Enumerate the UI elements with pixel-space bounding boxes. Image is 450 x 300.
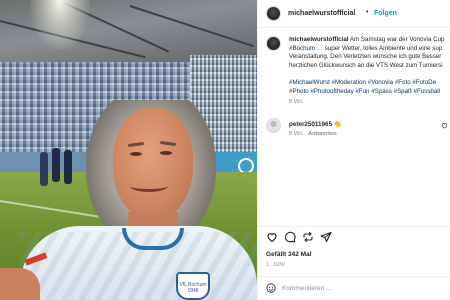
comment: peter25011965 👏 bbox=[289, 120, 342, 128]
person-smile bbox=[130, 180, 168, 192]
comment-heart-icon[interactable] bbox=[441, 122, 448, 129]
club-crest-text: VfL Bochum 1848 bbox=[179, 282, 207, 294]
caption-text-line2: … super Wetter, tolles Ambiente und eine… bbox=[315, 44, 443, 52]
caption-text-line1: Am Samstag war der Vonovia Cup bbox=[348, 36, 445, 43]
person-eye bbox=[130, 152, 142, 156]
person-face bbox=[113, 108, 193, 220]
player-figure bbox=[64, 150, 72, 184]
post-caption: michaelwurstofficial Am Samstag war der … bbox=[289, 36, 450, 70]
person-arm bbox=[0, 268, 40, 300]
share-icon[interactable] bbox=[320, 231, 332, 243]
person-eye bbox=[160, 151, 172, 155]
repost-icon[interactable] bbox=[302, 231, 314, 243]
post-photo[interactable]: VfL Bochum 1848 bbox=[0, 0, 257, 300]
emoji-icon[interactable] bbox=[266, 283, 276, 293]
comment-text: 👏 bbox=[333, 121, 342, 128]
comment-time-ago[interactable]: 8 Wo. bbox=[289, 131, 304, 137]
comment-icon[interactable] bbox=[284, 231, 296, 243]
author-username[interactable]: michaelwurstofficial bbox=[288, 10, 355, 17]
post-date[interactable]: 1. JUNI bbox=[266, 262, 285, 268]
comment-input[interactable] bbox=[282, 283, 442, 294]
reply-button[interactable]: Antworten bbox=[308, 131, 337, 137]
separator-dot: • bbox=[366, 9, 369, 16]
player-figure bbox=[40, 152, 48, 186]
commenter-avatar[interactable] bbox=[266, 118, 281, 133]
like-count[interactable]: Gefällt 342 Mal bbox=[266, 251, 312, 258]
caption-text-line4: herzlichen Glückwunsch an die VTS West z… bbox=[289, 61, 443, 69]
comment-username[interactable]: peter25011965 bbox=[289, 121, 332, 128]
sun-glare bbox=[30, 0, 90, 50]
caption-text-line3: Veranstaltung. Den Verletzten wünsche ic… bbox=[289, 53, 442, 60]
caption-username[interactable]: michaelwurstofficial bbox=[289, 36, 349, 43]
author-avatar[interactable] bbox=[266, 6, 281, 21]
like-icon[interactable] bbox=[266, 231, 278, 243]
caption-time-ago[interactable]: 8 Wo. bbox=[289, 99, 304, 105]
hashtags-line1[interactable]: #MichaelWurst #Moderation #Vonovia #Foto… bbox=[289, 79, 450, 88]
caption-hashtags: #MichaelWurst #Moderation #Vonovia #Foto… bbox=[289, 79, 450, 96]
caption-avatar[interactable] bbox=[266, 36, 281, 51]
post-side-panel: michaelwurstofficial • Folgen michaelwur… bbox=[257, 0, 450, 300]
caption-hashtag-bochum[interactable]: #Bochum bbox=[289, 45, 315, 52]
follow-button[interactable]: Folgen bbox=[374, 10, 397, 17]
player-figure bbox=[52, 148, 60, 182]
hashtags-line2[interactable]: #Photo #Photooftheday #Fun #Spass #Spaß … bbox=[289, 88, 450, 97]
